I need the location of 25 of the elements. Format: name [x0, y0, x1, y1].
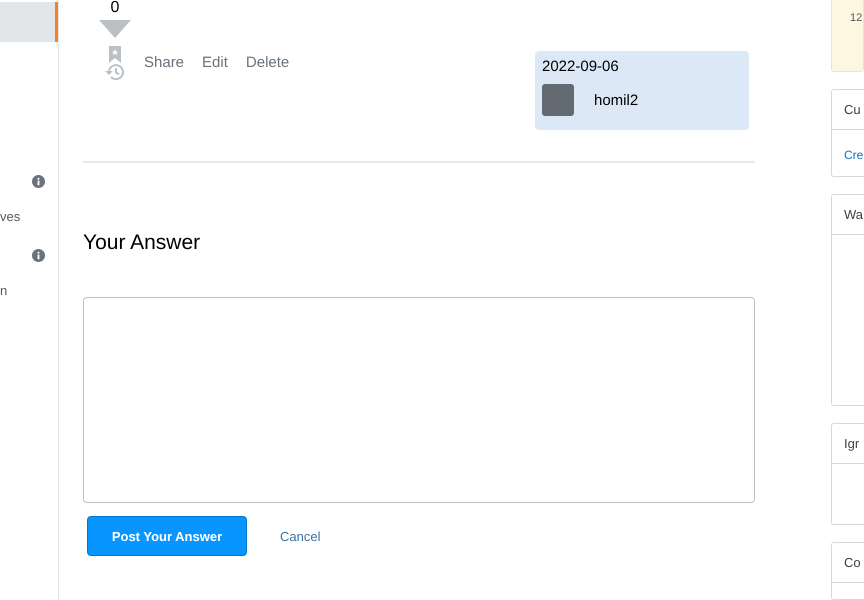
post-action-link[interactable]: Share	[144, 54, 184, 71]
answer-heading: Your Answer	[83, 230, 202, 256]
username-link[interactable]: homil2	[594, 92, 638, 108]
nav-label[interactable]: ves	[0, 209, 58, 225]
answer-field[interactable]	[83, 297, 755, 503]
post-action-link[interactable]: Delete	[246, 54, 290, 71]
nav-label[interactable]: n	[0, 283, 58, 299]
bookmark-icon[interactable]	[109, 46, 121, 63]
vote-count: 0	[110, 0, 120, 16]
downvote-icon[interactable]	[99, 20, 131, 38]
post-action-link[interactable]: Edit	[202, 54, 228, 71]
post-answer-button[interactable]: Post Your Answer	[87, 516, 247, 556]
card-header: Cu	[832, 90, 864, 130]
card-header: Co	[832, 542, 864, 583]
info-icon[interactable]	[32, 175, 45, 188]
history-icon[interactable]	[105, 63, 125, 81]
card-header: Wa	[832, 194, 864, 235]
post-date: 2022-09-06	[542, 58, 620, 75]
nav-item[interactable]	[0, 2, 58, 42]
card-header: Igr	[832, 424, 864, 464]
avatar[interactable]	[542, 84, 574, 116]
info-icon[interactable]	[32, 249, 45, 262]
card-link[interactable]: Cre	[832, 130, 864, 162]
cancel-link[interactable]: Cancel	[280, 528, 320, 544]
notice-text: 12	[849, 11, 863, 24]
